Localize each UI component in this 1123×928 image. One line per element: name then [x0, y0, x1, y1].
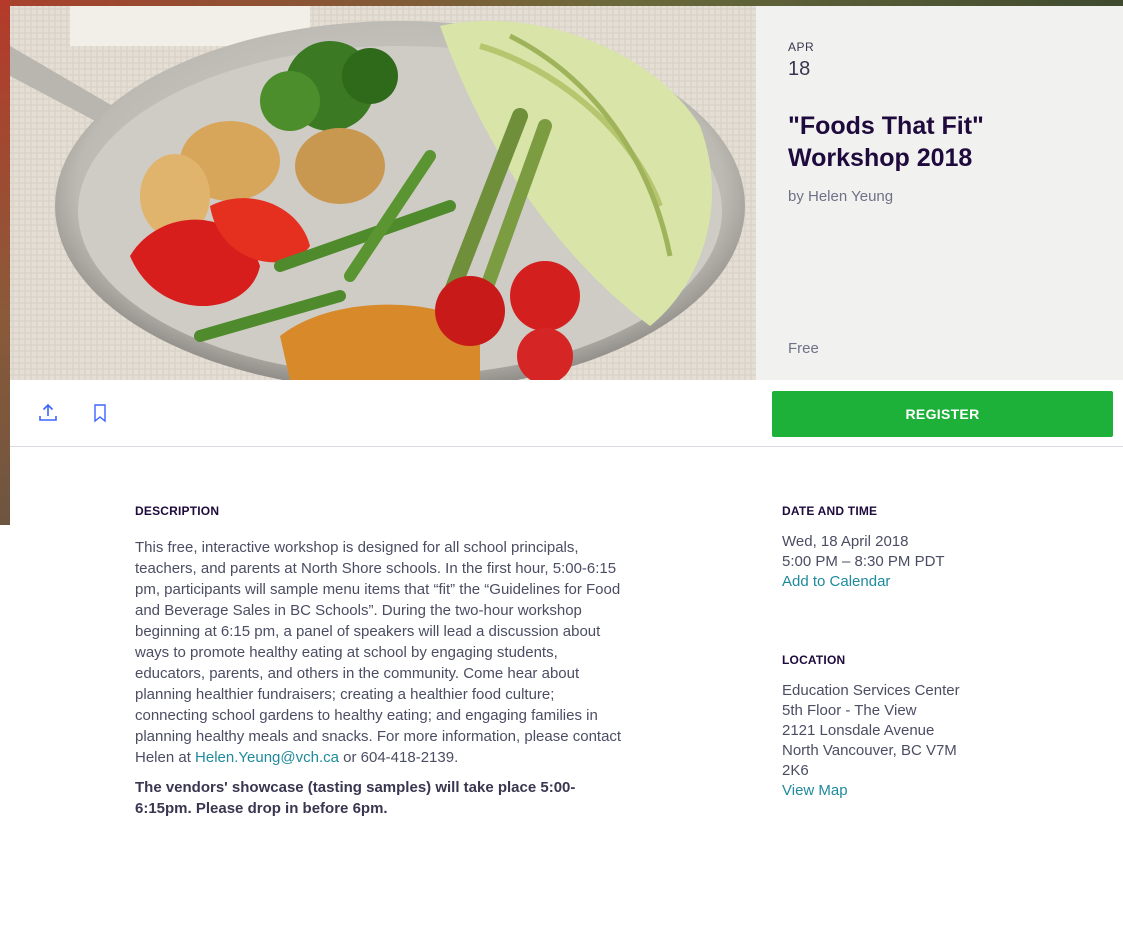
- event-summary-card: APR 18 "Foods That Fit" Workshop 2018 by…: [756, 6, 1123, 380]
- event-day: 18: [788, 58, 811, 80]
- location-line-3: 2121 Lonsdale Avenue: [782, 722, 935, 739]
- event-title: "Foods That Fit" Workshop 2018: [788, 112, 984, 172]
- view-map-link[interactable]: View Map: [782, 782, 848, 799]
- location-line-5: 2K6: [782, 762, 809, 779]
- event-time: 5:00 PM – 8:30 PM PDT: [782, 553, 945, 570]
- add-to-calendar-link[interactable]: Add to Calendar: [782, 573, 890, 590]
- location-line-1: Education Services Center: [782, 682, 960, 699]
- share-upload-icon[interactable]: [37, 402, 59, 424]
- date-time-block: Wed, 18 April 2018 5:00 PM – 8:30 PM PDT…: [782, 532, 1042, 592]
- event-hero-image: [10, 6, 756, 380]
- register-button[interactable]: REGISTER: [772, 391, 1113, 437]
- event-price: Free: [788, 340, 819, 357]
- location-line-4: North Vancouver, BC V7M: [782, 742, 957, 759]
- action-bar: REGISTER: [10, 380, 1123, 447]
- event-month: APR: [788, 40, 815, 54]
- bookmark-icon[interactable]: [89, 402, 111, 424]
- showcase-note: The vendors' showcase (tasting samples) …: [135, 779, 576, 817]
- location-line-2: 5th Floor - The View: [782, 702, 917, 719]
- location-heading: LOCATION: [782, 653, 846, 667]
- phone-text: or 604-418-2139.: [338, 749, 459, 766]
- left-accent-strip: [0, 0, 10, 525]
- description-text: This free, interactive workshop is desig…: [135, 539, 622, 766]
- description-body: This free, interactive workshop is desig…: [135, 537, 630, 819]
- email-link[interactable]: Helen.Yeung@vch.ca: [195, 749, 339, 766]
- description-heading: DESCRIPTION: [135, 504, 220, 518]
- event-date: Wed, 18 April 2018: [782, 533, 909, 550]
- location-block: Education Services Center 5th Floor - Th…: [782, 681, 1042, 801]
- date-time-heading: DATE AND TIME: [782, 504, 878, 518]
- event-organizer: by Helen Yeung: [788, 188, 894, 205]
